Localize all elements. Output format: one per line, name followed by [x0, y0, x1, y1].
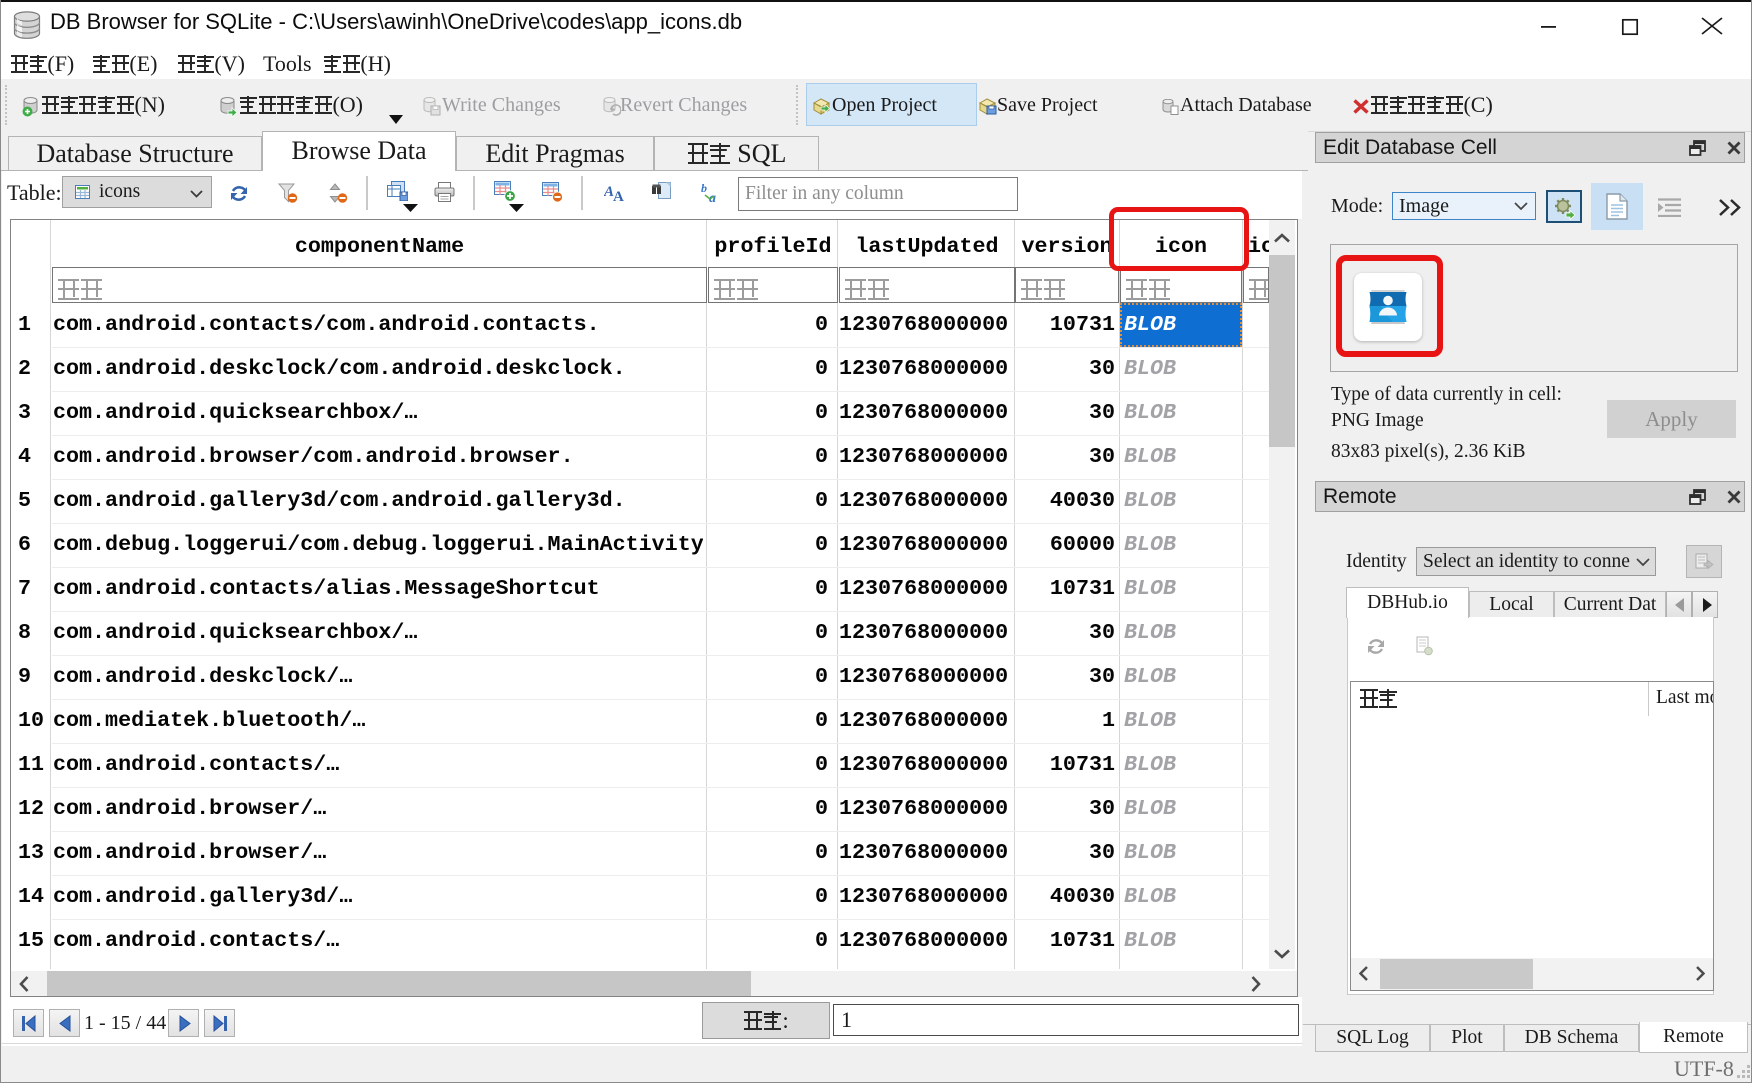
- svg-text:A: A: [613, 189, 624, 203]
- svg-text:b: b: [701, 182, 707, 195]
